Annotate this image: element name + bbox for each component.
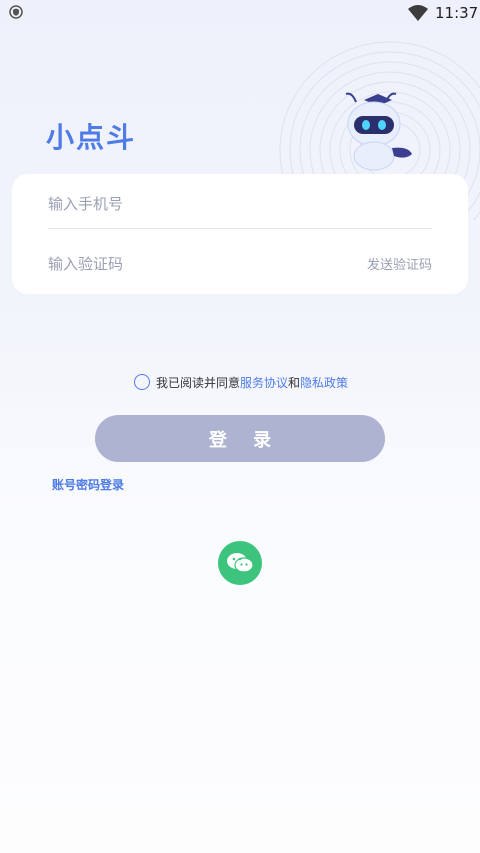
- login-button[interactable]: 登 录: [95, 415, 385, 462]
- wechat-login-button[interactable]: [218, 541, 262, 585]
- code-row: 发送验证码: [48, 240, 432, 288]
- phone-input[interactable]: [48, 180, 308, 228]
- agree-radio[interactable]: [134, 374, 150, 390]
- app-title: 小点斗: [46, 121, 137, 154]
- wechat-icon: [227, 553, 254, 573]
- agreement-row: 我已阅读并同意 服务协议 和 隐私政策: [134, 373, 348, 391]
- robot-mascot: [345, 92, 412, 171]
- agree-conjunction: 和: [288, 375, 301, 390]
- shield-icon: [9, 5, 23, 19]
- terms-link[interactable]: 服务协议: [240, 374, 288, 391]
- password-login-link[interactable]: 账号密码登录: [52, 476, 124, 493]
- wifi-icon: [408, 5, 428, 21]
- send-code-button[interactable]: 发送验证码: [367, 254, 432, 273]
- privacy-link[interactable]: 隐私政策: [300, 374, 348, 391]
- agree-prefix: 我已阅读并同意: [156, 375, 241, 390]
- phone-row: [48, 180, 432, 229]
- login-form-card: 发送验证码: [12, 174, 468, 294]
- verification-code-input[interactable]: [48, 240, 308, 288]
